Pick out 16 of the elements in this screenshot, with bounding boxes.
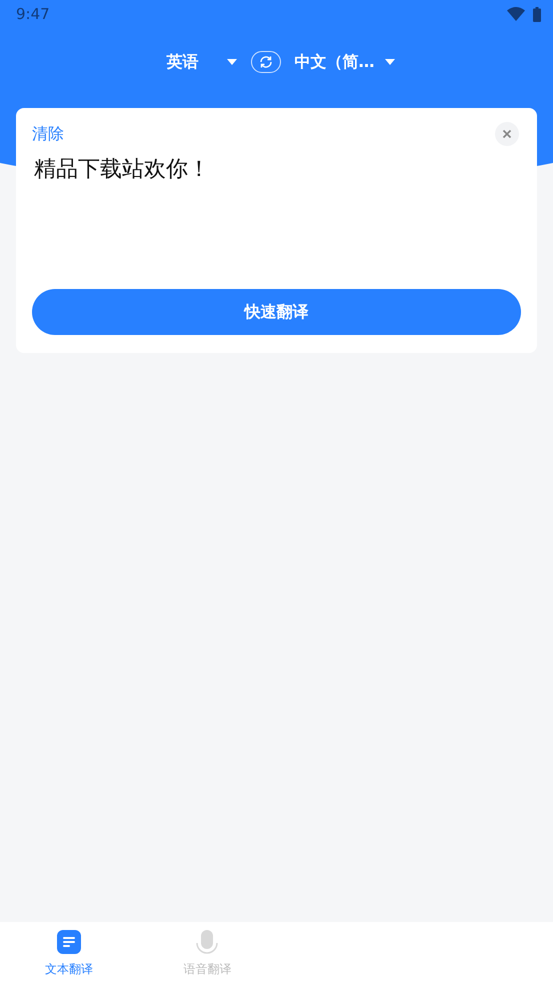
target-language-dropdown[interactable]: 中文（简… [294, 52, 394, 72]
source-language-dropdown[interactable]: 英语 [166, 52, 236, 72]
tab[interactable]: 语音翻译 [138, 922, 276, 984]
caret-icon [384, 59, 394, 65]
caret-icon [226, 59, 236, 65]
swap-icon[interactable] [250, 51, 280, 73]
clear-link[interactable]: 清除 [32, 124, 64, 144]
status-time: 9:47 [16, 5, 50, 23]
document-icon [57, 930, 82, 954]
microphone-icon [194, 928, 220, 954]
wifi-icon [507, 7, 525, 21]
input-text[interactable]: 精品下载站欢你！ [32, 154, 521, 289]
tab[interactable]: 文本翻译 [0, 922, 138, 984]
translate-button[interactable]: 快速翻译 [32, 289, 521, 335]
battery-icon [533, 6, 541, 22]
close-icon[interactable] [495, 122, 519, 146]
